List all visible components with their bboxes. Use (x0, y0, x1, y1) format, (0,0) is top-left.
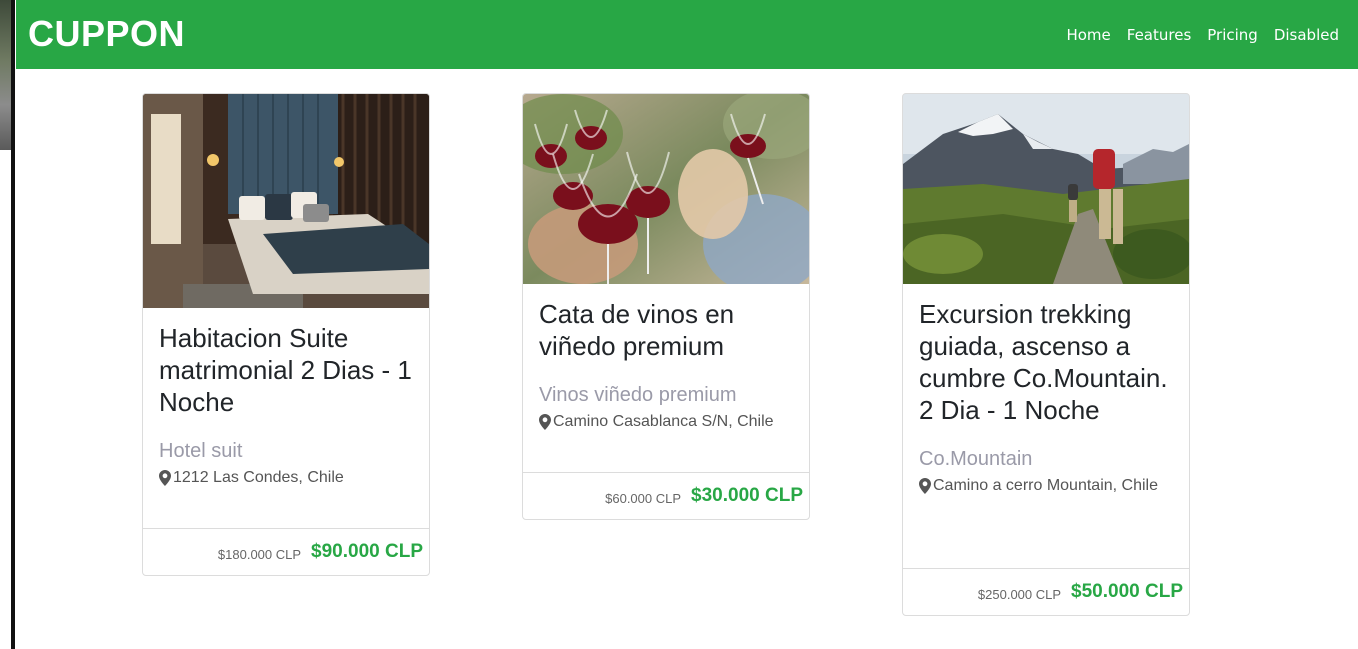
card-image-mountain-trekking[interactable] (903, 94, 1189, 284)
card-location: Camino Casablanca S/N, Chile (539, 412, 793, 432)
nav-links: Home Features Pricing Disabled (1066, 24, 1339, 46)
background-image-sliver (0, 0, 11, 150)
nav-link-home[interactable]: Home (1066, 24, 1110, 46)
old-price: $250.000 CLP (977, 586, 1062, 602)
card-location-text: Camino Casablanca S/N, Chile (553, 413, 774, 430)
deal-card-wine[interactable]: Cata de vinos en viñedo premium Vinos vi… (522, 93, 810, 520)
card-footer: $250.000 CLP $50.000 CLP (903, 568, 1189, 615)
card-footer: $60.000 CLP $30.000 CLP (523, 472, 809, 519)
discount-price: $30.000 CLP (691, 485, 803, 506)
brand-logo[interactable]: CUPPON (28, 12, 185, 56)
card-body: Excursion trekking guiada, ascenso a cum… (903, 284, 1189, 496)
card-body: Cata de vinos en viñedo premium Vinos vi… (523, 284, 809, 432)
old-price: $180.000 CLP (217, 546, 302, 562)
card-subtitle: Vinos viñedo premium (539, 384, 737, 406)
map-marker-icon (159, 470, 171, 486)
nav-link-features[interactable]: Features (1127, 24, 1192, 46)
card-body: Habitacion Suite matrimonial 2 Dias - 1 … (143, 308, 429, 488)
card-location: Camino a cerro Mountain, Chile (919, 476, 1173, 496)
card-location-text: 1212 Las Condes, Chile (173, 469, 344, 486)
card-title[interactable]: Cata de vinos en viñedo premium (539, 298, 793, 362)
map-marker-icon (539, 414, 551, 430)
card-image-hotel-room[interactable] (143, 94, 429, 308)
navbar: CUPPON Home Features Pricing Disabled (16, 0, 1358, 69)
card-location: 1212 Las Condes, Chile (159, 468, 413, 488)
old-price: $60.000 CLP (605, 490, 682, 506)
discount-price: $90.000 CLP (311, 541, 423, 562)
card-location-text: Camino a cerro Mountain, Chile (933, 477, 1158, 494)
card-subtitle: Hotel suit (159, 440, 243, 462)
card-image-wine-glasses[interactable] (523, 94, 809, 284)
window-divider (11, 0, 15, 649)
deal-card-trekking[interactable]: Excursion trekking guiada, ascenso a cum… (902, 93, 1190, 616)
card-footer: $180.000 CLP $90.000 CLP (143, 528, 429, 575)
deal-card-hotel[interactable]: Habitacion Suite matrimonial 2 Dias - 1 … (142, 93, 430, 576)
card-title[interactable]: Habitacion Suite matrimonial 2 Dias - 1 … (159, 322, 413, 418)
map-marker-icon (919, 478, 931, 494)
card-subtitle: Co.Mountain (919, 448, 1033, 470)
nav-link-pricing[interactable]: Pricing (1207, 24, 1258, 46)
nav-link-disabled[interactable]: Disabled (1274, 24, 1339, 46)
left-edge-strip (0, 0, 16, 649)
discount-price: $50.000 CLP (1071, 581, 1183, 602)
card-title[interactable]: Excursion trekking guiada, ascenso a cum… (919, 298, 1173, 426)
